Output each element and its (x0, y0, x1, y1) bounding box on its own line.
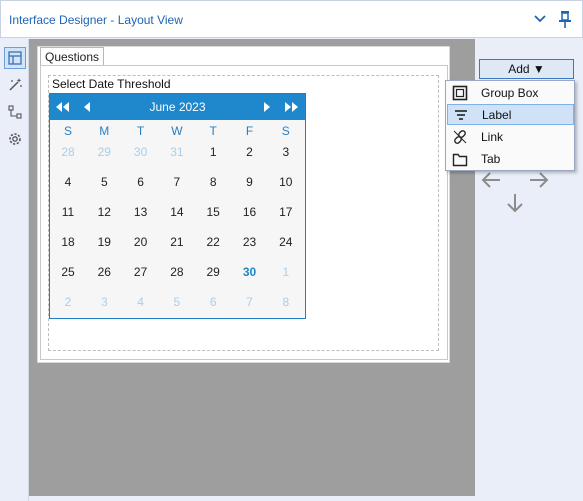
calendar-day[interactable]: 3 (86, 292, 122, 312)
calendar-day[interactable]: 22 (195, 232, 231, 252)
calendar-day[interactable]: 6 (195, 292, 231, 312)
chevron-down-icon[interactable] (531, 9, 549, 29)
calendar-day[interactable]: 16 (232, 202, 268, 222)
arrow-left-icon[interactable] (480, 169, 502, 191)
tab-questions[interactable]: Questions (40, 47, 104, 66)
calendar-day[interactable]: 25 (50, 262, 86, 282)
pin-icon[interactable] (555, 9, 575, 29)
calendar-day[interactable]: 7 (159, 172, 195, 192)
calendar-day[interactable]: 18 (50, 232, 86, 252)
calendar-day[interactable]: 21 (159, 232, 195, 252)
weekday-header: M (99, 124, 110, 138)
calendar-day[interactable]: 1 (268, 262, 304, 282)
link-icon (450, 127, 470, 147)
calendar-day[interactable]: 8 (195, 172, 231, 192)
calendar-day[interactable]: 31 (159, 142, 195, 162)
add-button[interactable]: Add ▼ (479, 59, 574, 79)
previous-month-icon[interactable] (78, 94, 98, 120)
calendar-day[interactable]: 15 (195, 202, 231, 222)
calendar-day[interactable]: 8 (268, 292, 304, 312)
menu-item-tab-text: Tab (481, 151, 501, 166)
calendar-day[interactable]: 28 (50, 142, 86, 162)
add-dropdown-menu: Group Box Label Link Tab (445, 80, 575, 171)
weekday-header: S (63, 124, 72, 138)
calendar-day[interactable]: 2 (232, 142, 268, 162)
arrow-down-icon[interactable] (504, 192, 526, 214)
calendar-day[interactable]: 7 (232, 292, 268, 312)
calendar-day[interactable]: 5 (86, 172, 122, 192)
layout-view-icon[interactable] (4, 47, 26, 69)
menu-item-label[interactable]: Label (447, 104, 574, 125)
calendar-day[interactable]: 3 (268, 142, 304, 162)
calendar-day[interactable]: 10 (268, 172, 304, 192)
tab-folder-icon (450, 149, 470, 169)
weekday-header: F (245, 124, 254, 138)
calendar-day[interactable]: 23 (232, 232, 268, 252)
calendar-day[interactable]: 30 (123, 142, 159, 162)
arrow-right-icon[interactable] (528, 169, 550, 191)
menu-item-link[interactable]: Link (447, 126, 574, 147)
calendar-day[interactable]: 19 (86, 232, 122, 252)
calendar-day[interactable]: 4 (123, 292, 159, 312)
date-picker-calendar[interactable]: June 2023 S M T W T F S 28 29 30 31 1 2 3 4 5 6 7 8 9 10 11 12… (49, 93, 306, 319)
calendar-day[interactable]: 24 (268, 232, 304, 252)
calendar-day[interactable]: 9 (232, 172, 268, 192)
next-month-icon[interactable] (256, 94, 276, 120)
menu-item-link-text: Link (481, 129, 504, 144)
calendar-day[interactable]: 26 (86, 262, 122, 282)
calendar-day[interactable]: 13 (123, 202, 159, 222)
menu-item-label: Group Box (481, 85, 539, 100)
calendar-day[interactable]: 17 (268, 202, 304, 222)
label-icon (451, 105, 471, 125)
group-box-label: Select Date Threshold (52, 77, 171, 91)
calendar-day[interactable]: 5 (159, 292, 195, 312)
calendar-day[interactable]: 20 (123, 232, 159, 252)
menu-item-tab[interactable]: Tab (447, 148, 574, 169)
previous-year-icon[interactable] (53, 94, 73, 120)
window-title: Interface Designer - Layout View (9, 13, 183, 27)
next-year-icon[interactable] (281, 94, 301, 120)
magic-wand-icon[interactable] (4, 74, 26, 96)
menu-item-group-box[interactable]: Group Box (447, 82, 574, 103)
group-box-icon (450, 83, 470, 103)
window-titlebar: Interface Designer - Layout View (0, 0, 583, 38)
calendar-day[interactable]: 28 (159, 262, 195, 282)
weekday-header: W (171, 124, 183, 138)
calendar-day[interactable]: 29 (195, 262, 231, 282)
settings-gear-icon[interactable] (4, 128, 26, 150)
calendar-day[interactable]: 11 (50, 202, 86, 222)
tree-icon[interactable] (4, 101, 26, 123)
calendar-day-today[interactable]: 30 (232, 262, 268, 282)
weekday-header: T (209, 124, 217, 138)
calendar-header: June 2023 (50, 94, 305, 120)
calendar-day[interactable]: 4 (50, 172, 86, 192)
calendar-day[interactable]: 27 (123, 262, 159, 282)
calendar-day[interactable]: 14 (159, 202, 195, 222)
calendar-day[interactable]: 29 (86, 142, 122, 162)
calendar-day[interactable]: 2 (50, 292, 86, 312)
weekday-header: T (136, 124, 145, 138)
calendar-month-label[interactable]: June 2023 (130, 94, 225, 120)
menu-item-label-text: Label (482, 107, 512, 122)
calendar-day[interactable]: 6 (123, 172, 159, 192)
calendar-day[interactable]: 12 (86, 202, 122, 222)
weekday-header: S (281, 124, 290, 138)
calendar-day[interactable]: 1 (195, 142, 231, 162)
